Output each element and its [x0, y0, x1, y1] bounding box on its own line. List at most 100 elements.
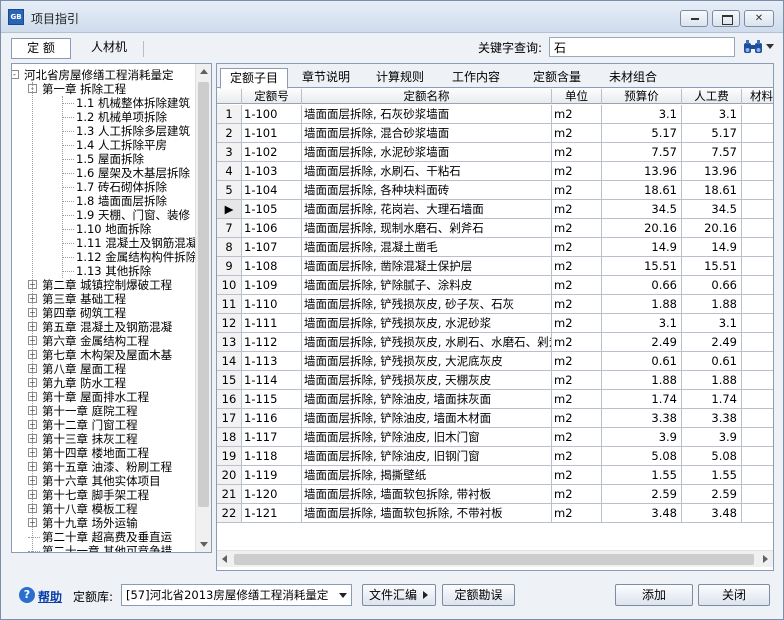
- scroll-left-arrow-icon[interactable]: [222, 555, 227, 563]
- tree-node[interactable]: + 第四章 砌筑工程: [12, 306, 196, 320]
- table-row[interactable]: 8 1-107 墙面面层拆除, 混凝土凿毛 m2 14.9 14.9: [217, 238, 773, 257]
- tree-node[interactable]: + 第六章 金属结构工程: [12, 334, 196, 348]
- tree-node[interactable]: + 第九章 防水工程: [12, 376, 196, 390]
- column-header[interactable]: 定额名称: [302, 89, 552, 104]
- table-row[interactable]: 13 1-112 墙面面层拆除, 铲残损灰皮, 水刷石、水磨石、剁斧石 m2 2.49 2…: [217, 333, 773, 352]
- column-header[interactable]: 预算价: [602, 89, 682, 104]
- tab-quota[interactable]: 定 额: [11, 38, 71, 59]
- column-header[interactable]: 人工费: [682, 89, 742, 104]
- tab-labor-material-machine[interactable]: 人材机: [79, 38, 139, 59]
- scroll-thumb[interactable]: [198, 82, 209, 507]
- bottom-bar: ? 帮助 定额库: [57]河北省2013房屋修缮工程消耗量定 文件汇编 定额勘…: [1, 579, 783, 619]
- tree-vertical-scrollbar[interactable]: [195, 64, 211, 552]
- tree-node[interactable]: + 第二章 城镇控制爆破工程: [12, 278, 196, 292]
- tree-node[interactable]: 第二十一章 其他可竞争措: [12, 544, 196, 552]
- tree-node[interactable]: - 第一章 拆除工程: [12, 82, 196, 96]
- table-row[interactable]: 9 1-108 墙面面层拆除, 凿除混凝土保护层 m2 15.51 15.51: [217, 257, 773, 276]
- tree-node[interactable]: 1.5 屋面拆除: [12, 152, 196, 166]
- table-row[interactable]: ▶ 1-105 墙面面层拆除, 花岗岩、大理石墙面 m2 34.5 34.5: [217, 200, 773, 219]
- tree-node[interactable]: 1.9 天棚、门窗、装修: [12, 208, 196, 222]
- help-link[interactable]: 帮助: [38, 588, 62, 605]
- tree-node[interactable]: 1.10 地面拆除: [12, 222, 196, 236]
- tree-node[interactable]: + 第七章 木构架及屋面木基: [12, 348, 196, 362]
- table-cell: 5.08: [602, 447, 682, 465]
- tree-node[interactable]: + 第十五章 油漆、粉刷工程: [12, 460, 196, 474]
- tree-node[interactable]: + 第五章 混凝土及钢筋混凝: [12, 320, 196, 334]
- tree-node[interactable]: + 第十四章 楼地面工程: [12, 446, 196, 460]
- tree-node[interactable]: - 河北省房屋修缮工程消耗量定: [12, 68, 196, 82]
- table-row[interactable]: 15 1-114 墙面面层拆除, 铲残损灰皮, 天棚灰皮 m2 1.88 1.88: [217, 371, 773, 390]
- tree-node[interactable]: 1.12 金属结构构件拆除: [12, 250, 196, 264]
- close-window-button[interactable]: ✕: [744, 10, 774, 27]
- tree-node[interactable]: + 第三章 基础工程: [12, 292, 196, 306]
- collapse-icon[interactable]: -: [12, 70, 19, 79]
- title-bar[interactable]: GB 项目指引 ✕: [1, 1, 783, 33]
- close-button[interactable]: 关闭: [698, 584, 770, 606]
- tree-node[interactable]: 第二十章 超高费及垂直运: [12, 530, 196, 544]
- column-header[interactable]: [217, 89, 242, 104]
- tree-node[interactable]: 1.13 其他拆除: [12, 264, 196, 278]
- tree-node[interactable]: 1.7 砖石砌体拆除: [12, 180, 196, 194]
- tree-node[interactable]: + 第十七章 脚手架工程: [12, 488, 196, 502]
- search-options-chevron-down-icon[interactable]: [766, 44, 774, 49]
- quota-errata-button[interactable]: 定额勘误: [442, 584, 515, 606]
- table-row[interactable]: 12 1-111 墙面面层拆除, 铲残损灰皮, 水泥砂浆 m2 3.1 3.1: [217, 314, 773, 333]
- tree-node[interactable]: + 第十二章 门窗工程: [12, 418, 196, 432]
- table-row[interactable]: 18 1-117 墙面面层拆除, 铲除油皮, 旧木门窗 m2 3.9 3.9: [217, 428, 773, 447]
- column-header[interactable]: 单位: [552, 89, 602, 104]
- column-header[interactable]: 材料: [742, 89, 773, 104]
- scroll-down-arrow-icon[interactable]: [200, 542, 208, 547]
- tab-quota-items[interactable]: 定额子目: [220, 68, 288, 89]
- table-horizontal-scrollbar[interactable]: [217, 550, 773, 567]
- maximize-button[interactable]: [712, 10, 740, 27]
- tab-work-content[interactable]: 工作内容: [442, 68, 510, 88]
- help-icon[interactable]: ?: [19, 587, 35, 603]
- table-row[interactable]: 7 1-106 墙面面层拆除, 现制水磨石、剁斧石 m2 20.16 20.16: [217, 219, 773, 238]
- tree-node[interactable]: + 第十六章 其他实体项目: [12, 474, 196, 488]
- table-row[interactable]: 17 1-116 墙面面层拆除, 铲除油皮, 墙面木材面 m2 3.38 3.38: [217, 409, 773, 428]
- scroll-up-arrow-icon[interactable]: [200, 69, 208, 74]
- tree-connector: [62, 159, 74, 160]
- tree-node[interactable]: 1.4 人工拆除平房: [12, 138, 196, 152]
- tab-chapter-notes[interactable]: 章节说明: [292, 68, 360, 88]
- keyword-search-input[interactable]: [549, 37, 735, 57]
- add-button[interactable]: 添加: [615, 584, 693, 606]
- binoculars-search-icon[interactable]: [743, 40, 763, 54]
- tab-material-combination[interactable]: 未材组合: [599, 68, 667, 88]
- table-row[interactable]: 19 1-118 墙面面层拆除, 铲除油皮, 旧钢门窗 m2 5.08 5.08: [217, 447, 773, 466]
- tree-node[interactable]: 1.8 墙面面层拆除: [12, 194, 196, 208]
- tree-node[interactable]: + 第十八章 模板工程: [12, 502, 196, 516]
- tree-node[interactable]: + 第十九章 场外运输: [12, 516, 196, 530]
- quota-library-select[interactable]: [57]河北省2013房屋修缮工程消耗量定: [121, 584, 352, 606]
- table-row[interactable]: 5 1-104 墙面面层拆除, 各种块料面砖 m2 18.61 18.61: [217, 181, 773, 200]
- table-row[interactable]: 22 1-121 墙面面层拆除, 墙面软包拆除, 不带衬板 m2 3.48 3.48: [217, 504, 773, 523]
- tree-node[interactable]: 1.1 机械整体拆除建筑: [12, 96, 196, 110]
- table-row[interactable]: 14 1-113 墙面面层拆除, 铲残损灰皮, 大泥底灰皮 m2 0.61 0.61: [217, 352, 773, 371]
- table-row[interactable]: 20 1-119 墙面面层拆除, 揭撕壁纸 m2 1.55 1.55: [217, 466, 773, 485]
- scroll-right-arrow-icon[interactable]: [763, 555, 768, 563]
- tree-node[interactable]: + 第八章 屋面工程: [12, 362, 196, 376]
- tree-node[interactable]: 1.2 机械单项拆除: [12, 110, 196, 124]
- table-row[interactable]: 4 1-103 墙面面层拆除, 水刷石、干粘石 m2 13.96 13.96: [217, 162, 773, 181]
- column-header[interactable]: 定额号: [242, 89, 302, 104]
- tree-node[interactable]: 1.6 屋架及木基层拆除: [12, 166, 196, 180]
- table-row[interactable]: 16 1-115 墙面面层拆除, 铲除油皮, 墙面抹灰面 m2 1.74 1.74: [217, 390, 773, 409]
- table-row[interactable]: 11 1-110 墙面面层拆除, 铲残损灰皮, 砂子灰、石灰 m2 1.88 1.88: [217, 295, 773, 314]
- table-cell: 13.96: [602, 162, 682, 180]
- tree-connector: [62, 145, 74, 146]
- tab-calculation-rules[interactable]: 计算规则: [366, 68, 434, 88]
- tree-node[interactable]: + 第十三章 抹灰工程: [12, 432, 196, 446]
- table-row[interactable]: 2 1-101 墙面面层拆除, 混合砂浆墙面 m2 5.17 5.17: [217, 124, 773, 143]
- scroll-thumb[interactable]: [234, 554, 754, 565]
- table-row[interactable]: 3 1-102 墙面面层拆除, 水泥砂浆墙面 m2 7.57 7.57: [217, 143, 773, 162]
- file-summary-button[interactable]: 文件汇编: [362, 584, 436, 606]
- tree-node[interactable]: 1.3 人工拆除多层建筑: [12, 124, 196, 138]
- tree-node[interactable]: + 第十章 屋面排水工程: [12, 390, 196, 404]
- tab-quota-content[interactable]: 定额含量: [523, 68, 591, 88]
- table-row[interactable]: 21 1-120 墙面面层拆除, 墙面软包拆除, 带衬板 m2 2.59 2.59: [217, 485, 773, 504]
- tree-node[interactable]: + 第十一章 庭院工程: [12, 404, 196, 418]
- table-row[interactable]: 1 1-100 墙面面层拆除, 石灰砂浆墙面 m2 3.1 3.1: [217, 105, 773, 124]
- minimize-button[interactable]: [680, 10, 708, 27]
- table-row[interactable]: 10 1-109 墙面面层拆除, 铲除腻子、涂料皮 m2 0.66 0.66: [217, 276, 773, 295]
- tree-node[interactable]: 1.11 混凝土及钢筋混凝: [12, 236, 196, 250]
